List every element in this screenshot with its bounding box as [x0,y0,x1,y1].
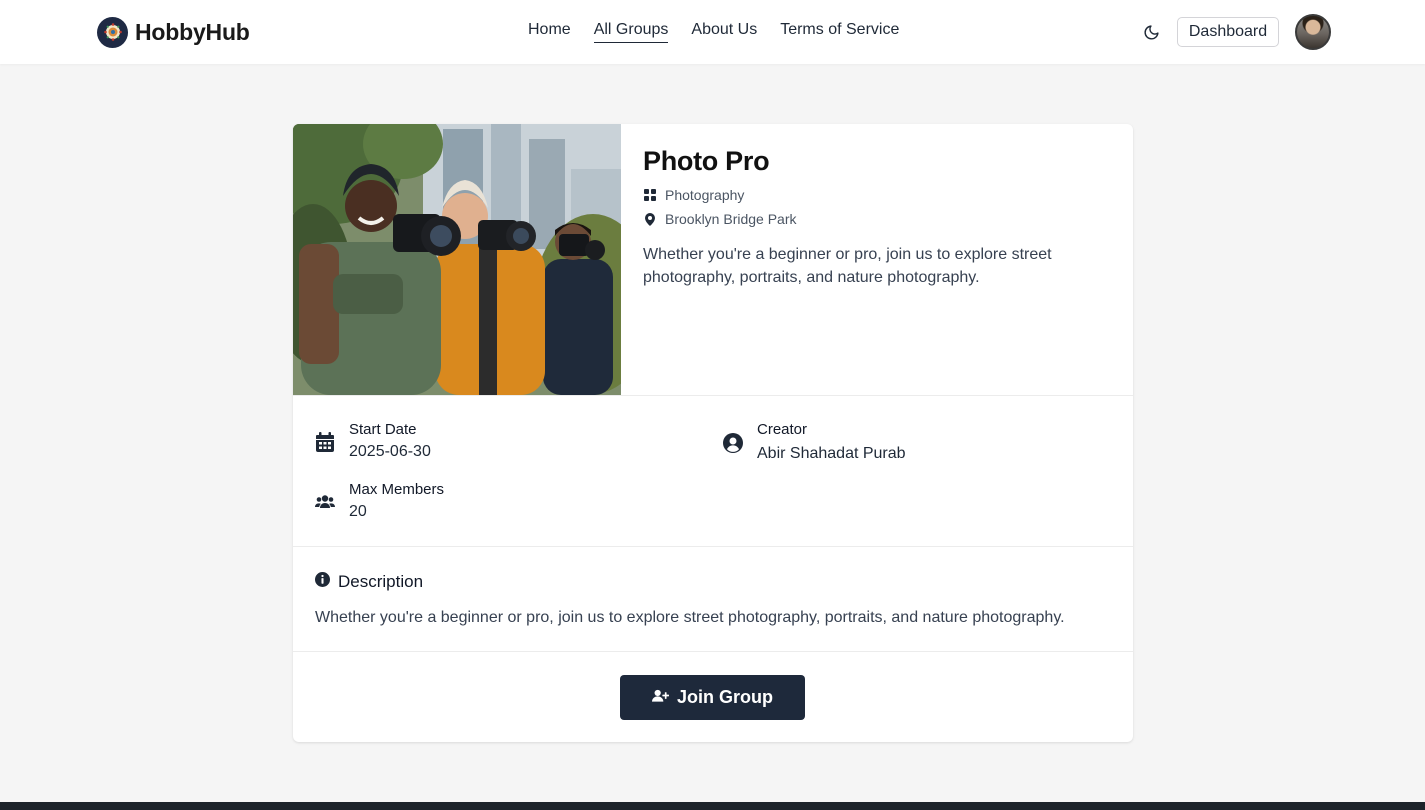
users-icon [315,492,335,512]
creator-value: Abir Shahadat Purab [757,445,906,462]
nav-link-all-groups[interactable]: All Groups [593,21,669,43]
divider [293,395,1133,396]
divider [293,651,1133,652]
group-category: Photography [643,187,1113,203]
group-location-text: Brooklyn Bridge Park [665,211,797,227]
brand-name: HobbyHub [135,18,250,45]
nav-link-terms[interactable]: Terms of Service [780,21,899,43]
join-group-label: Join Group [677,687,773,707]
creator-detail: Creator Abir Shahadat Purab [723,420,906,466]
nav-link-about-us[interactable]: About Us [691,21,757,43]
group-summary-text: Whether you're a beginner or pro, join u… [643,246,1052,286]
info-icon [315,572,330,592]
group-location: Brooklyn Bridge Park [643,211,1113,227]
max-members-detail: Max Members 20 [315,480,444,524]
group-details-card: Photo Pro Photography Brooklyn Bridge Pa… [293,124,1133,742]
location-pin-icon [643,212,656,226]
start-date-value: 2025-06-30 [349,443,431,460]
join-group-button[interactable]: Join Group [620,675,805,720]
start-date-detail: Start Date 2025-06-30 [315,420,431,464]
start-date-label: Start Date [349,421,417,438]
group-summary: Photo Pro Photography Brooklyn Bridge Pa… [643,146,1113,289]
group-title: Photo Pro [643,146,770,176]
user-plus-icon [652,687,669,708]
description-heading-text: Description [338,572,424,591]
description-text: Whether you're a beginner or pro, join u… [315,609,1065,626]
moon-icon[interactable] [1140,21,1162,43]
description-heading: Description [315,572,423,592]
divider [293,546,1133,547]
main-nav: Home All Groups About Us Terms of Servic… [528,21,899,43]
brand-home-link[interactable]: HobbyHub [97,16,250,48]
navbar: HobbyHub Home All Groups About Us Terms … [0,0,1425,64]
user-avatar[interactable] [1295,14,1331,50]
group-cover-image [293,124,621,395]
brand-logo-icon [97,16,128,48]
calendar-icon [315,432,335,452]
category-grid-icon [643,189,656,202]
footer [0,802,1425,810]
user-circle-icon [723,433,743,453]
max-members-value: 20 [349,503,367,520]
group-category-text: Photography [665,187,745,203]
nav-link-home[interactable]: Home [528,21,571,43]
dashboard-button[interactable]: Dashboard [1177,17,1279,47]
creator-label: Creator [757,421,808,438]
max-members-label: Max Members [349,481,445,498]
